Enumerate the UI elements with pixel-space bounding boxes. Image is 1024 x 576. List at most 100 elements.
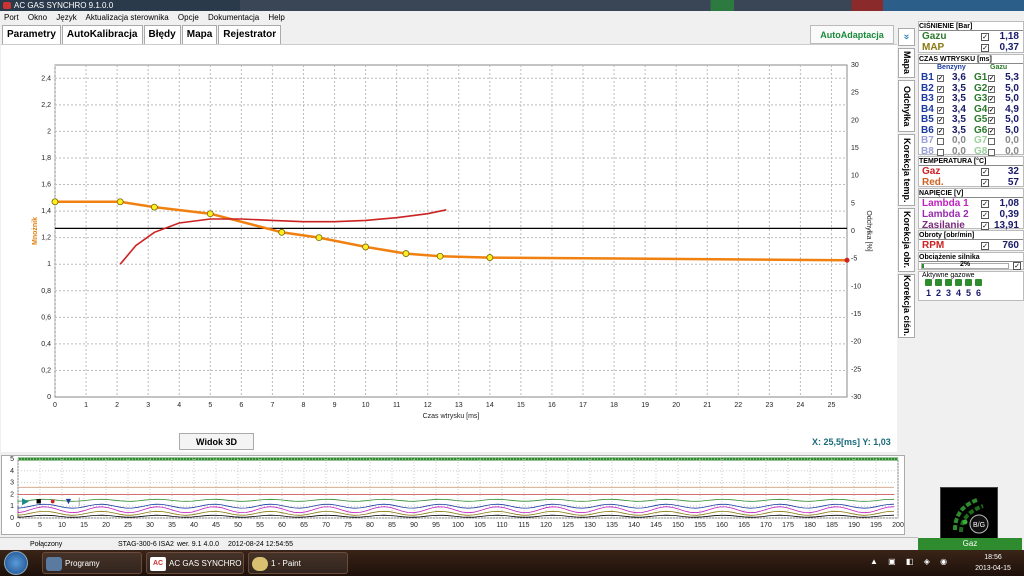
play-icon[interactable]: ▶ (22, 496, 29, 506)
tray-icons[interactable]: ▲ ▣ ◧ ◈ ◉ (870, 557, 966, 569)
red-temp-checkbox[interactable]: ✓ (981, 179, 989, 187)
curve-point-marker[interactable] (51, 198, 59, 206)
curve-point-marker[interactable] (362, 243, 369, 251)
recorder-x-tick: 190 (848, 522, 860, 529)
curve-point-marker[interactable] (315, 234, 323, 242)
vtab-mapa[interactable]: Mapa (898, 48, 915, 78)
recorder-x-tick: 110 (496, 522, 507, 529)
vtab-odchylka[interactable]: Odchyłka (898, 80, 915, 132)
coord-y-label: Y: (862, 437, 871, 447)
vtab-korekcja-temp[interactable]: Korekcja temp. (898, 134, 915, 206)
map-chart-panel[interactable]: 0 1 2 3 4 5 6 7 8 9 10 11 12 13 14 15 16 17 18 19 20 21 22 23 24… (1, 44, 897, 452)
curve-point-marker[interactable] (278, 228, 286, 236)
rpm-checkbox[interactable]: ✓ (981, 242, 989, 250)
injection-row: B1 3,6 G1 5,3 ✓ ✓ (919, 72, 1023, 84)
menu-port[interactable]: Port (4, 13, 19, 22)
curve-point-marker[interactable] (150, 203, 158, 211)
injector-g-checkbox[interactable] (988, 138, 995, 145)
gaz-temp-checkbox[interactable]: ✓ (981, 168, 989, 176)
tray-clock[interactable]: 18:56 2013-04-15 (968, 552, 1018, 574)
injector-g-checkbox[interactable]: ✓ (988, 85, 995, 93)
injector-b-checkbox[interactable]: ✓ (937, 117, 944, 124)
injector-b-checkbox[interactable]: ✓ (937, 106, 944, 114)
load-checkbox[interactable]: ✓ (1013, 262, 1021, 270)
injector-b-checkbox[interactable] (937, 148, 944, 156)
recorder-x-tick: 30 (146, 522, 154, 529)
prev-icon[interactable]: | (78, 496, 80, 506)
tab-autokalibracja[interactable]: AutoKalibracja (61, 25, 143, 44)
curve-point-marker[interactable] (116, 198, 124, 206)
menu-help[interactable]: Help (268, 13, 284, 22)
injector-g-checkbox[interactable]: ✓ (988, 127, 995, 135)
tab-parametry[interactable]: Parametry (2, 25, 61, 44)
zasilanie-checkbox[interactable]: ✓ (981, 222, 989, 230)
x-tick-label: 25 (828, 402, 836, 409)
curve-point-marker[interactable] (486, 254, 494, 261)
y-tick-label: 2 (47, 128, 51, 135)
injector-b-checkbox[interactable] (937, 138, 944, 145)
map-pressure-checkbox[interactable]: ✓ (981, 44, 989, 52)
recorder-x-tick: 60 (278, 522, 286, 529)
taskbar-programs[interactable]: Programy (42, 552, 142, 574)
injector-b-label: B7 (921, 135, 934, 146)
x-tick-label: 20 (672, 402, 680, 409)
vtab-korekcja-obr[interactable]: Korekcja obr. (898, 208, 915, 272)
y2-tick-label: 15 (851, 145, 859, 152)
recorder-x-tick: 40 (190, 522, 198, 529)
menu-aktualizacja[interactable]: Aktualizacja sterownika (86, 13, 169, 22)
gazu-header: Gazu (990, 64, 1008, 71)
cursor-coords: X: 25,5[ms] Y: 1,03 (812, 437, 891, 447)
curve-point-marker[interactable] (206, 210, 214, 218)
taskbar-acgas[interactable]: AC AC GAS SYNCHRO (146, 552, 244, 574)
title-bar: AC GAS SYNCHRO 9.1.0.0 (0, 0, 1024, 11)
recorder-x-tick: 75 (344, 522, 352, 529)
gaz-pressure-checkbox[interactable]: ✓ (981, 33, 989, 41)
load-box: Obciążenie silnika 2% ✓ (918, 252, 1024, 270)
lambda1-checkbox[interactable]: ✓ (981, 200, 989, 208)
map-chart[interactable]: 0 1 2 3 4 5 6 7 8 9 10 11 12 13 14 15 16 17 18 19 20 21 22 23 24… (1, 45, 897, 433)
lambda2-checkbox[interactable]: ✓ (981, 211, 989, 219)
injector-g-checkbox[interactable] (988, 148, 995, 156)
menu-jezyk[interactable]: Język (56, 13, 76, 22)
lambda1-label: Lambda 1 (922, 198, 969, 209)
injector-b-checkbox[interactable]: ✓ (937, 96, 944, 103)
menu-okno[interactable]: Okno (28, 13, 47, 22)
curve-point-marker[interactable] (402, 250, 410, 257)
record-icon[interactable]: ● (50, 496, 55, 506)
injection-box: CZAS WTRYSKU [ms] Benzyny Gazu B1 3,6 G1 5,… (918, 54, 1024, 156)
recorder-chart[interactable]: 0 5 10 15 20 25 30 35 40 45 50 55 60 65 70 75 80 85 90 95 10… (2, 456, 904, 534)
widok-3d-button[interactable]: Widok 3D (179, 433, 254, 450)
vtab-korekcja-cisn[interactable]: Korekcja ciśn. (898, 274, 915, 338)
y2-tick-label: -30 (851, 394, 861, 401)
stop-icon[interactable]: ■ (36, 496, 41, 506)
gas-switch-panel[interactable]: B/G (940, 487, 998, 539)
y2-tick-label: 20 (851, 117, 859, 124)
injector-b-checkbox[interactable]: ✓ (937, 75, 944, 82)
injector-g-checkbox[interactable]: ✓ (988, 96, 995, 103)
scroll-icon[interactable]: » (898, 28, 915, 46)
start-button[interactable] (4, 551, 28, 575)
plot-area[interactable] (54, 64, 848, 398)
taskbar-paint[interactable]: 1 - Paint (248, 552, 348, 574)
injector-b-checkbox[interactable]: ✓ (937, 85, 944, 93)
curve-point-marker[interactable] (436, 252, 444, 260)
injector-g-checkbox[interactable]: ✓ (988, 117, 995, 124)
load-bar-fill (922, 264, 924, 268)
menu-opcje[interactable]: Opcje (178, 13, 199, 22)
menu-dokumentacja[interactable]: Dokumentacja (208, 13, 259, 22)
injector-g-value: 5,0 (1005, 114, 1019, 125)
x-tick-label: 13 (455, 402, 463, 409)
recorder-panel[interactable]: 0 5 10 15 20 25 30 35 40 45 50 55 60 65 70 75 80 85 90 95 10… (1, 455, 905, 535)
injector-b-checkbox[interactable]: ✓ (937, 127, 944, 135)
injector-g-checkbox[interactable]: ✓ (988, 75, 995, 82)
injector-g-checkbox[interactable]: ✓ (988, 106, 995, 114)
tab-bledy[interactable]: Błędy (143, 25, 181, 44)
x-tick-label: 14 (486, 402, 494, 409)
recorder-x-tick: 80 (366, 522, 374, 529)
recorder-y-tick: 1 (10, 503, 14, 510)
x-tick-label: 12 (424, 402, 432, 409)
autoadaptacja-button[interactable]: AutoAdaptacja (810, 25, 894, 44)
tab-rejestrator[interactable]: Rejestrator (218, 25, 282, 44)
tab-mapa[interactable]: Mapa (181, 25, 218, 44)
dropdown-icon[interactable]: ▼ (64, 496, 73, 506)
